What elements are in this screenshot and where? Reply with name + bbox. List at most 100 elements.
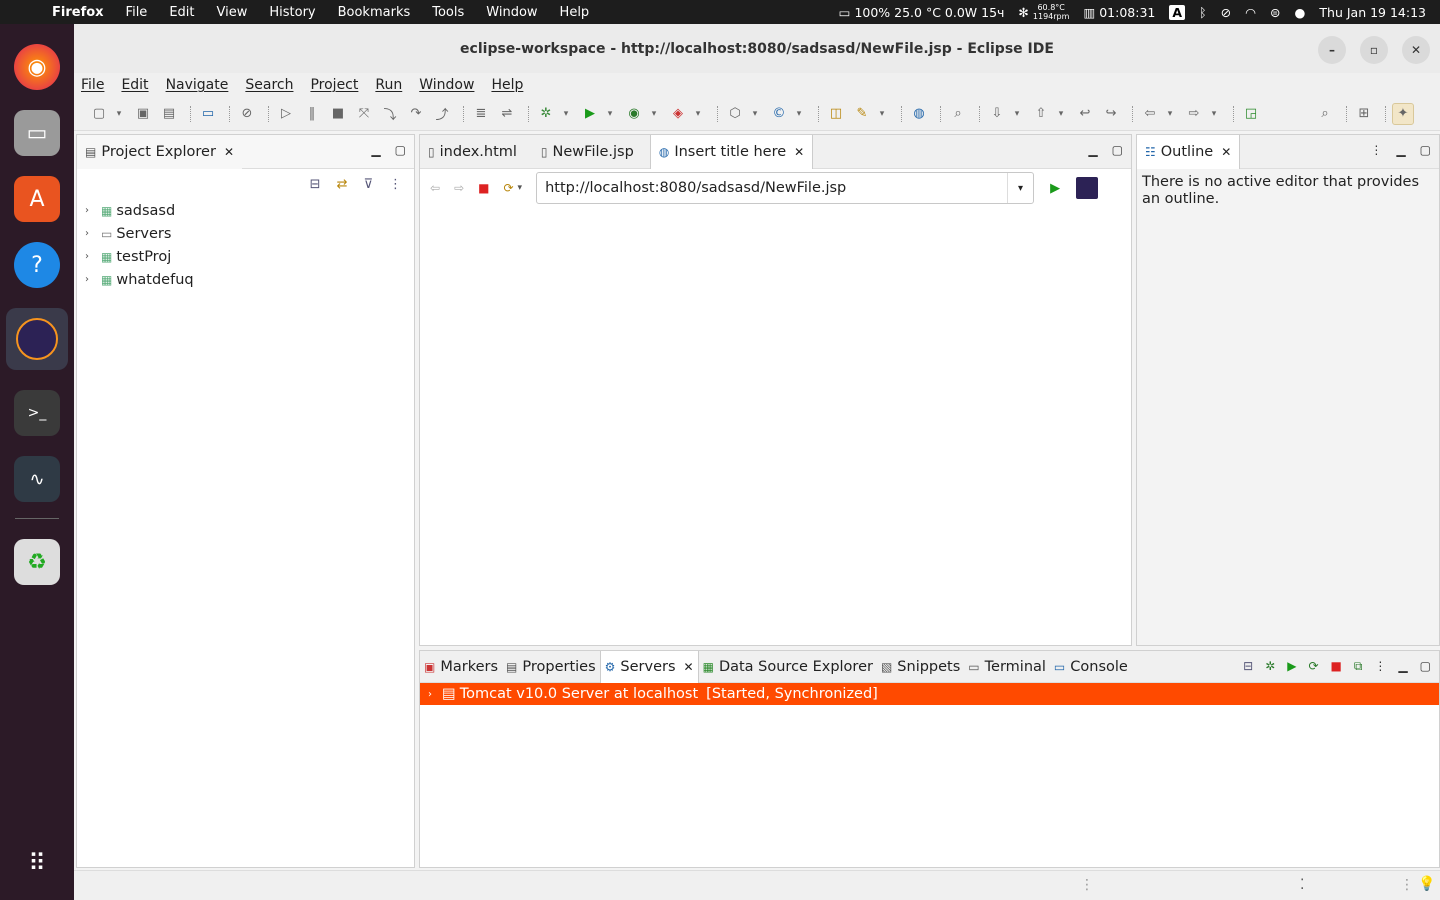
trash-icon[interactable]: ♻ (14, 539, 60, 585)
chevron-right-icon[interactable]: › (85, 205, 97, 216)
bluetooth-icon[interactable]: ᛒ (1199, 5, 1207, 20)
close-button[interactable]: ✕ (1402, 36, 1430, 64)
menu-tools[interactable]: Tools (421, 5, 475, 20)
word-wrap-icon[interactable]: ⇌ (496, 103, 518, 125)
search-icon[interactable]: ⌕ (1314, 103, 1336, 125)
view-menu-icon[interactable]: ⋮ (1374, 659, 1386, 674)
prev-annotation-icon[interactable]: ⇧ (1030, 103, 1052, 125)
minimize-view-icon[interactable]: ▁ (371, 143, 380, 157)
maximize-view-icon[interactable]: ▢ (395, 143, 406, 157)
tab-index-html[interactable]: ▯ index.html (420, 135, 525, 169)
open-type-icon[interactable]: ◫ (825, 103, 847, 125)
back-dropdown-icon[interactable]: ▾ (1165, 103, 1175, 125)
server-row-tomcat[interactable]: › ▤ Tomcat v10.0 Server at localhost [St… (420, 683, 1439, 705)
network-off-icon[interactable]: ⊘ (1221, 5, 1231, 20)
menu-window[interactable]: Window (419, 77, 474, 93)
close-icon[interactable]: ✕ (794, 145, 804, 159)
menu-project[interactable]: Project (310, 77, 358, 93)
new-class-icon[interactable]: © (768, 103, 790, 125)
debug-dropdown-icon[interactable]: ▾ (561, 103, 571, 125)
open-task-icon[interactable]: ✎ (851, 103, 873, 125)
terminal-toolbar-icon[interactable]: ▭ (197, 103, 219, 125)
lightbulb-icon[interactable]: 💡 (1418, 876, 1435, 892)
menu-run[interactable]: Run (375, 77, 402, 93)
close-icon[interactable]: ✕ (1221, 145, 1231, 159)
next-annotation-icon[interactable]: ⇩ (986, 103, 1008, 125)
terminate-icon[interactable]: ■ (327, 103, 349, 125)
menu-help[interactable]: Help (549, 5, 601, 20)
tab-data-source-explorer[interactable]: ▦ Data Source Explorer (699, 650, 877, 684)
menu-help[interactable]: Help (491, 77, 523, 93)
coverage-icon[interactable]: ◉ (623, 103, 645, 125)
tab-browser[interactable]: ◍ Insert title here ✕ (649, 134, 814, 169)
view-menu-icon[interactable]: ⋮ (389, 177, 402, 192)
coverage-dropdown-icon[interactable]: ▾ (649, 103, 659, 125)
siri-icon[interactable]: ● (1294, 5, 1305, 20)
cpu-sensor[interactable]: ✻ 60.8°C 1194rpm (1018, 3, 1069, 21)
tab-terminal[interactable]: ▭ Terminal (964, 650, 1050, 684)
back-icon[interactable]: ⇦ (1139, 103, 1161, 125)
url-history-dropdown-icon[interactable]: ▾ (1007, 173, 1033, 203)
window-titlebar[interactable]: eclipse-workspace - http://localhost:808… (74, 24, 1440, 73)
menu-edit[interactable]: Edit (121, 77, 148, 93)
step-return-icon[interactable]: ⤴ (431, 103, 453, 125)
minimize-view-icon[interactable]: ▁ (1396, 143, 1405, 157)
new-server-dropdown-icon[interactable]: ▾ (750, 103, 760, 125)
back-icon[interactable]: ⇦ (430, 181, 440, 195)
go-icon[interactable]: ▶ (1050, 181, 1060, 196)
maximize-view-icon[interactable]: ▢ (1420, 659, 1431, 674)
show-apps-icon[interactable]: ⠿ (14, 840, 60, 886)
tab-properties[interactable]: ▤ Properties (502, 650, 600, 684)
new-icon[interactable]: ▢ (88, 103, 110, 125)
minimize-button[interactable]: – (1318, 36, 1346, 64)
tab-outline[interactable]: ☷ Outline ✕ (1137, 134, 1241, 169)
external-tools-dropdown-icon[interactable]: ▾ (693, 103, 703, 125)
resume-icon[interactable]: ▷ (275, 103, 297, 125)
close-icon[interactable]: ✕ (224, 145, 234, 159)
eclipse-browser-icon[interactable] (1076, 177, 1099, 199)
next-annotation-dropdown-icon[interactable]: ▾ (1012, 103, 1022, 125)
close-icon[interactable]: ✕ (684, 660, 694, 674)
start-server-icon[interactable]: ▶ (1287, 659, 1296, 674)
minimize-view-icon[interactable]: ▁ (1398, 659, 1407, 674)
files-icon[interactable]: ▭ (14, 110, 60, 156)
forward-icon[interactable]: ⇨ (454, 181, 464, 195)
url-input[interactable]: http://localhost:8080/sadsasd/NewFile.js… (536, 172, 1035, 204)
save-all-icon[interactable]: ▤ (158, 103, 180, 125)
forward-dropdown-icon[interactable]: ▾ (1209, 103, 1219, 125)
eclipse-icon[interactable] (6, 308, 68, 370)
terminal-icon[interactable]: >_ (14, 390, 60, 436)
tree-item-servers[interactable]: › ▭ Servers (77, 222, 414, 245)
profile-server-icon[interactable]: ⟳ (1308, 659, 1318, 674)
keyboard-layout[interactable]: A (1169, 4, 1186, 20)
minimize-view-icon[interactable]: ▁ (1088, 143, 1097, 157)
last-edit-icon[interactable]: ↩ (1074, 103, 1096, 125)
refresh-dropdown-icon[interactable]: ▾ (518, 183, 523, 193)
java-ee-perspective-icon[interactable]: ✦ (1392, 102, 1414, 125)
suspend-icon[interactable]: ‖ (301, 103, 323, 125)
skip-breakpoints-icon[interactable]: ⊘ (236, 103, 258, 125)
firefox-icon[interactable]: ◉ (14, 44, 60, 90)
new-class-dropdown-icon[interactable]: ▾ (794, 103, 804, 125)
battery-status[interactable]: ▭ 100% 25.0 °C 0.0W 15ч (839, 5, 1005, 20)
chevron-right-icon[interactable]: › (85, 274, 97, 285)
run-icon[interactable]: ▶ (579, 103, 601, 125)
tab-project-explorer[interactable]: ▤ Project Explorer ✕ (77, 134, 242, 169)
new-dropdown-icon[interactable]: ▾ (114, 103, 124, 125)
app-center-icon[interactable]: A (14, 176, 60, 222)
maximize-view-icon[interactable]: ▢ (1420, 143, 1431, 157)
prev-annotation-dropdown-icon[interactable]: ▾ (1056, 103, 1066, 125)
tab-markers[interactable]: ▣ Markers (420, 650, 502, 684)
menu-file[interactable]: File (81, 77, 104, 93)
open-task-dropdown-icon[interactable]: ▾ (877, 103, 887, 125)
filter-icon[interactable]: ⊽ (363, 177, 373, 192)
pin-editor-icon[interactable]: ◲ (1240, 103, 1262, 125)
stop-server-icon[interactable]: ■ (1331, 659, 1342, 674)
menu-view[interactable]: View (206, 5, 259, 20)
refresh-icon[interactable]: ⟳ (503, 181, 513, 195)
chevron-right-icon[interactable]: › (85, 251, 97, 262)
tab-newfile-jsp[interactable]: ▯ NewFile.jsp (533, 135, 642, 169)
clock[interactable]: Thu Jan 19 14:13 (1319, 5, 1426, 20)
menu-window[interactable]: Window (475, 5, 548, 20)
wifi-icon[interactable]: ◠ (1245, 5, 1256, 20)
